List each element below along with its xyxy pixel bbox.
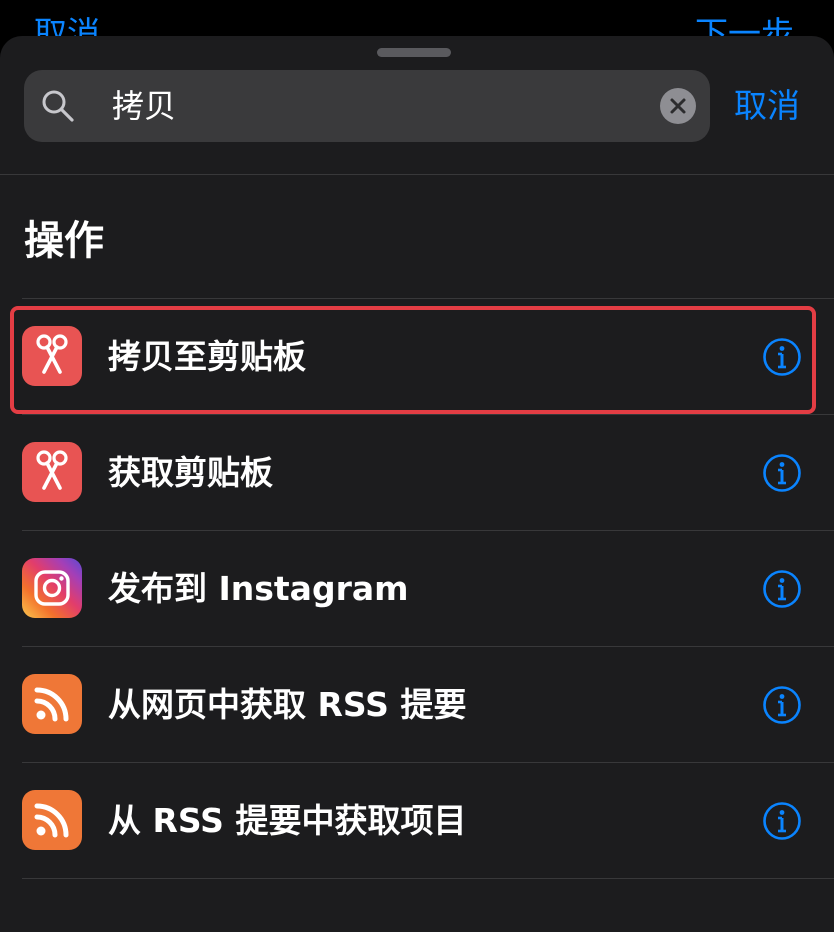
header-divider [0, 174, 834, 175]
selected-row-highlight [10, 306, 816, 414]
action-label: 从网页中获取 RSS 提要 [108, 685, 467, 724]
info-icon[interactable] [762, 685, 802, 725]
action-icon-tile [22, 558, 82, 618]
row-separator [22, 878, 834, 879]
clear-search-button[interactable] [660, 88, 696, 124]
action-icon-tile [22, 442, 82, 502]
clear-icon [670, 98, 686, 114]
action-label: 获取剪贴板 [108, 453, 273, 492]
rss-icon [34, 687, 69, 722]
info-icon[interactable] [762, 801, 802, 841]
background-nav-bar: 取消 下一步 [0, 0, 834, 40]
action-label: 从 RSS 提要中获取项目 [108, 801, 467, 840]
instagram-icon [34, 570, 70, 606]
search-icon [42, 90, 74, 122]
search-field[interactable]: 拷贝 [24, 70, 710, 142]
action-icon-tile [22, 674, 82, 734]
sheet-grabber[interactable] [377, 48, 451, 57]
action-row-get-items-from-rss-feed[interactable]: 从 RSS 提要中获取项目 [0, 763, 834, 879]
action-picker-sheet: 拷贝 取消 操作 拷贝至剪贴板 获取剪贴板 发布到 Instagram 从网页中… [0, 36, 834, 932]
action-row-get-clipboard[interactable]: 获取剪贴板 [0, 415, 834, 531]
action-icon-tile [22, 790, 82, 850]
action-row-get-rss-feeds-from-page[interactable]: 从网页中获取 RSS 提要 [0, 647, 834, 763]
scissors-icon [36, 450, 68, 490]
action-label: 发布到 Instagram [108, 569, 409, 608]
rss-icon [34, 803, 69, 838]
cancel-search-button[interactable]: 取消 [734, 70, 800, 142]
section-title: 操作 [24, 218, 104, 264]
action-row-post-to-instagram[interactable]: 发布到 Instagram [0, 531, 834, 647]
info-icon[interactable] [762, 453, 802, 493]
search-input[interactable]: 拷贝 [112, 70, 176, 142]
info-icon[interactable] [762, 569, 802, 609]
